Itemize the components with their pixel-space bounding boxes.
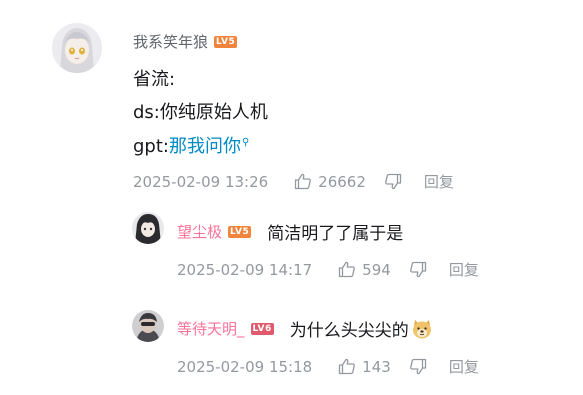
comment-line: ds:你纯原始人机 [133,102,268,123]
reply-header: 等待天明_ LV6 为什么头尖尖的 [177,316,433,341]
like-button[interactable]: 143 [338,358,391,376]
username[interactable]: 等待天明_ [177,318,245,339]
thumbs-up-icon [339,261,356,278]
comment-line-prefix: gpt: [133,136,169,157]
thumbs-up-icon [295,173,312,190]
like-count: 594 [362,260,391,279]
like-button[interactable]: 594 [338,261,391,279]
level-badge: LV6 [250,322,274,335]
doge-emoji-icon [411,318,433,340]
reply-meta: 2025-02-09 15:18 143 回复 [177,356,479,377]
reply-header: 望尘极 LV5 简洁明了了属于是 [177,219,403,244]
dislike-button[interactable] [409,358,427,375]
reply-text: 简洁明了了属于是 [267,224,404,244]
avatar[interactable] [132,310,164,342]
thumbs-down-icon [409,358,426,375]
avatar[interactable] [52,23,102,73]
search-link[interactable]: 那我问你 [169,136,241,157]
timestamp: 2025-02-09 14:17 [177,260,313,279]
reply-button[interactable]: 回复 [449,259,479,280]
username[interactable]: 我系笑年狼 [133,31,208,52]
reply-meta: 2025-02-09 14:17 594 回复 [177,259,479,280]
anime-avatar-icon [52,23,102,73]
thumbs-down-icon [409,261,426,278]
like-button[interactable]: 26662 [294,173,366,191]
avatar[interactable] [132,212,164,244]
dark-hair-avatar-icon [132,212,164,244]
reply-button[interactable]: 回复 [424,171,454,192]
comment-header: 我系笑年狼 LV5 [133,31,238,52]
thumbs-down-icon [384,173,402,190]
thumbs-up-icon [339,358,356,375]
like-count: 26662 [318,172,366,191]
dislike-button[interactable] [384,173,402,190]
timestamp: 2025-02-09 13:26 [133,172,269,191]
comment-line: 省流: [133,69,176,90]
reply-text: 为什么头尖尖的 [289,321,409,341]
reply-button[interactable]: 回复 [449,356,479,377]
level-badge: LV5 [228,225,252,238]
dislike-button[interactable] [409,261,427,278]
level-badge: LV5 [214,35,238,48]
realistic-avatar-icon [132,310,164,342]
timestamp: 2025-02-09 15:18 [177,357,313,376]
search-icon[interactable]: ⚲ [242,137,249,148]
comment-meta: 2025-02-09 13:26 26662 回复 [133,171,454,192]
comment-line: gpt:那我问你⚲ [133,130,249,160]
username[interactable]: 望尘极 [177,221,222,242]
like-count: 143 [362,357,391,376]
